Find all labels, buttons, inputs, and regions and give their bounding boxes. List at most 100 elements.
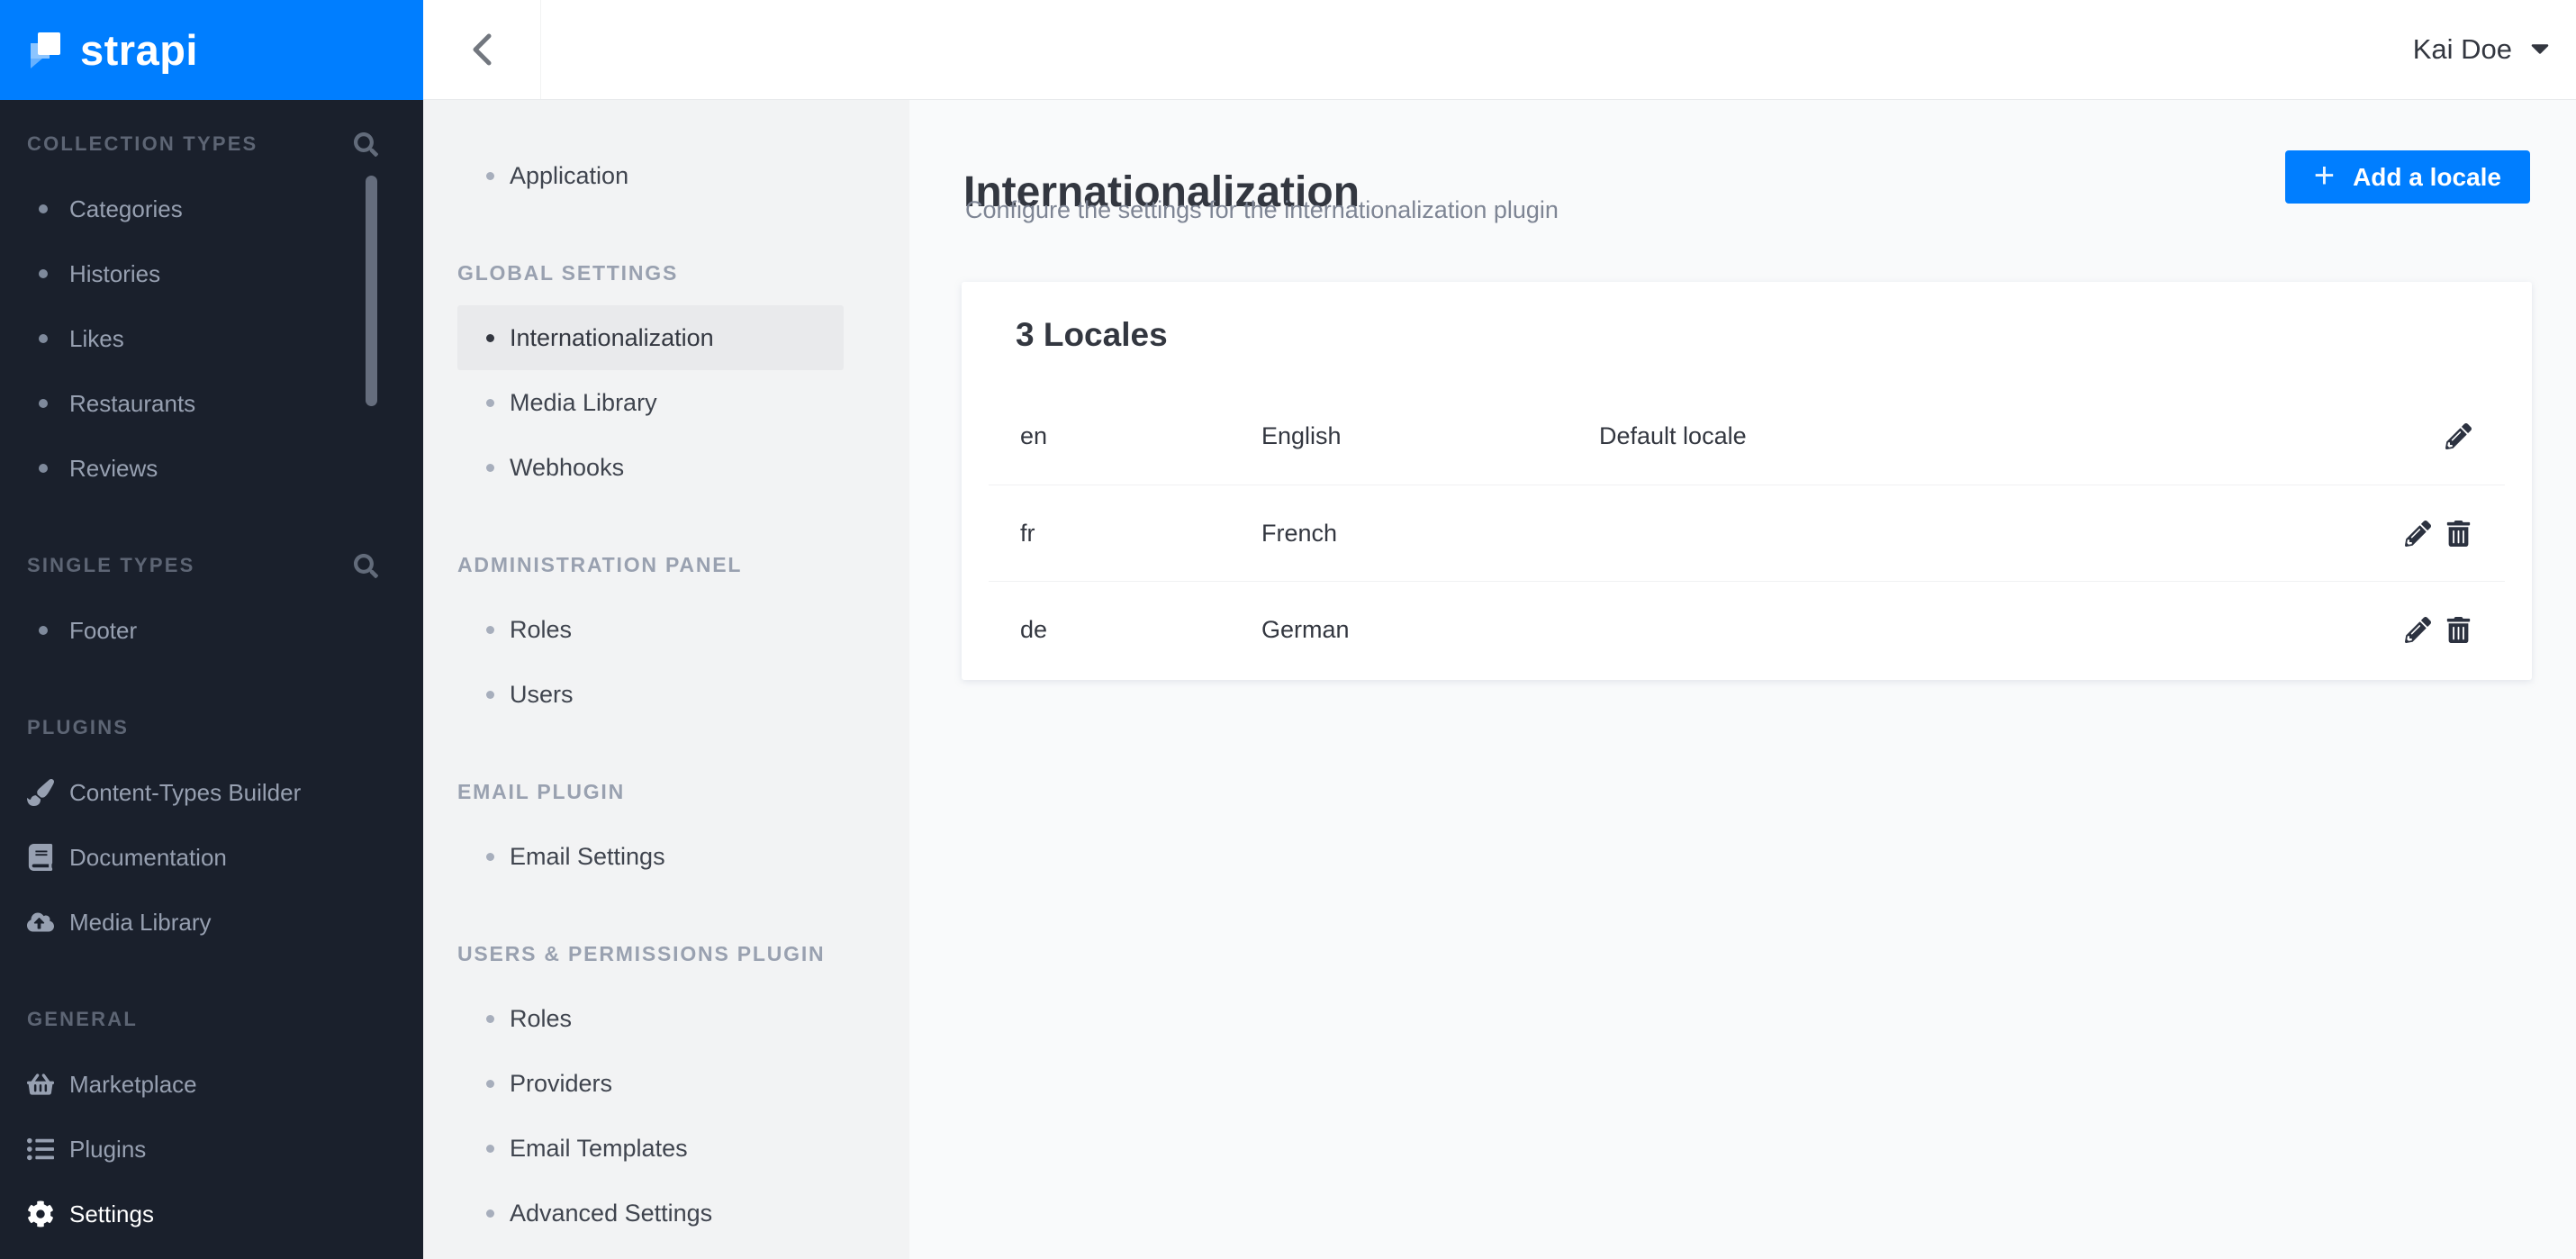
locale-code: de [1020,615,1048,643]
section-plugins: PLUGINS Content-Types Builder Documentat… [0,695,423,955]
trash-icon [2446,520,2471,547]
subnav-item-up-providers[interactable]: Providers [423,1051,909,1116]
trash-icon [2446,616,2471,643]
sidebar-item-likes[interactable]: Likes [0,306,423,371]
pencil-icon [2405,616,2431,643]
sidebar-item-marketplace[interactable]: Marketplace [0,1052,423,1117]
bullet-icon [486,1079,494,1088]
bullet-icon [486,1209,494,1218]
locale-name: German [1261,615,1350,643]
sidebar-item-reviews[interactable]: Reviews [0,436,423,501]
search-icon[interactable] [354,131,378,157]
locales-card: 3 Locales en English Default locale fr F… [962,282,2532,680]
main-content: Internationalization Configure the setti… [909,101,2576,1259]
sidebar-item-restaurants[interactable]: Restaurants [0,371,423,436]
subnav-header-users-permissions-plugin: USERS & PERMISSIONS PLUGIN [457,941,826,965]
plus-icon: + [2313,155,2336,195]
bullet-icon [486,690,494,699]
subnav-item-media-library[interactable]: Media Library [423,370,909,435]
strapi-logo: strapi [0,0,423,100]
basket-icon [27,1073,54,1095]
plugins-header: PLUGINS [27,716,130,738]
sidebar-item-histories[interactable]: Histories [0,241,423,306]
book-icon [28,844,53,871]
table-row-en: en English Default locale [989,388,2505,485]
sidebar-item-plugins[interactable]: Plugins [0,1117,423,1182]
table-row-fr: fr French [989,485,2505,581]
sidebar-item-footer[interactable]: Footer [0,598,423,663]
bullet-icon [39,334,48,343]
bullet-icon [39,269,48,278]
subnav-item-admin-users[interactable]: Users [423,662,909,727]
edit-locale-button[interactable] [2405,520,2431,547]
subnav-header-administration-panel: ADMINISTRATION PANEL [457,552,743,576]
locale-code: en [1020,422,1048,449]
subnav-item-up-advanced-settings[interactable]: Advanced Settings [423,1181,909,1245]
add-locale-button[interactable]: + Add a locale [2284,150,2530,204]
paintbrush-icon [27,779,54,806]
delete-locale-button[interactable] [2445,616,2472,643]
topbar: Kai Doe [423,0,2576,100]
bullet-icon [39,399,48,408]
list-icon [27,1137,54,1161]
general-header: GENERAL [27,1008,138,1030]
main-sidebar: COLLECTION TYPES Categories Histories Li… [0,100,423,1259]
sidebar-item-content-types-builder[interactable]: Content-Types Builder [0,760,423,825]
strapi-admin-window: strapi COLLECTION TYPES Categories Histo… [0,0,2576,1259]
sidebar-item-settings[interactable]: Settings [0,1182,423,1246]
strapi-logo-icon [31,32,60,68]
gear-icon [28,1200,53,1227]
search-icon[interactable] [354,553,378,578]
subnav-item-up-email-templates[interactable]: Email Templates [423,1116,909,1181]
page-subtitle: Configure the settings for the internati… [965,196,1559,223]
back-button[interactable] [423,0,541,99]
bullet-icon [486,398,494,407]
subnav-header-email-plugin: EMAIL PLUGIN [457,779,626,803]
pencil-icon [2445,423,2472,449]
collection-types-header: COLLECTION TYPES [0,112,423,177]
subnav-item-admin-roles[interactable]: Roles [423,597,909,662]
section-single-types: SINGLE TYPES Footer [0,533,423,663]
chevron-left-icon [473,33,492,66]
settings-subnav: Application GLOBAL SETTINGS Internationa… [423,100,909,1259]
subnav-item-up-roles[interactable]: Roles [423,986,909,1051]
subnav-item-webhooks[interactable]: Webhooks [423,435,909,500]
pencil-icon [2405,520,2431,547]
bullet-icon [39,204,48,213]
edit-locale-button[interactable] [2405,616,2431,643]
bullet-icon [39,464,48,473]
bullet-icon [486,333,494,342]
subnav-item-internationalization[interactable]: Internationalization [457,305,844,370]
row-actions [2400,616,2472,643]
sidebar-scrollbar-thumb[interactable] [366,176,377,406]
locale-name: English [1261,422,1342,449]
locale-name: French [1261,519,1338,547]
locale-code: fr [1020,519,1035,547]
row-actions [2400,423,2472,449]
row-actions [2400,520,2472,547]
subnav-item-application[interactable]: Application [423,143,909,208]
single-types-header: SINGLE TYPES [0,533,423,598]
bullet-icon [486,1014,494,1023]
bullet-icon [486,463,494,472]
section-collection-types: COLLECTION TYPES Categories Histories Li… [0,112,423,501]
subnav-item-email-settings[interactable]: Email Settings [423,824,909,889]
locales-table: en English Default locale fr French de G… [989,388,2505,677]
sidebar-item-categories[interactable]: Categories [0,177,423,241]
delete-locale-button[interactable] [2445,520,2472,547]
section-general: GENERAL Marketplace Plugins Settings [0,987,423,1246]
caret-down-icon [2531,43,2549,54]
strapi-wordmark: strapi [80,26,198,74]
edit-locale-button[interactable] [2445,423,2472,449]
sidebar-item-documentation[interactable]: Documentation [0,825,423,890]
locales-card-title: 3 Locales [1016,316,1168,353]
user-name: Kai Doe [2412,33,2512,65]
bullet-icon [486,171,494,180]
sidebar-item-media-library[interactable]: Media Library [0,890,423,955]
user-menu[interactable]: Kai Doe [2413,0,2549,99]
subnav-header-global-settings: GLOBAL SETTINGS [457,260,679,285]
bullet-icon [486,852,494,861]
cloud-upload-icon [27,912,54,932]
bullet-icon [486,1144,494,1153]
table-row-de: de German [989,581,2505,677]
